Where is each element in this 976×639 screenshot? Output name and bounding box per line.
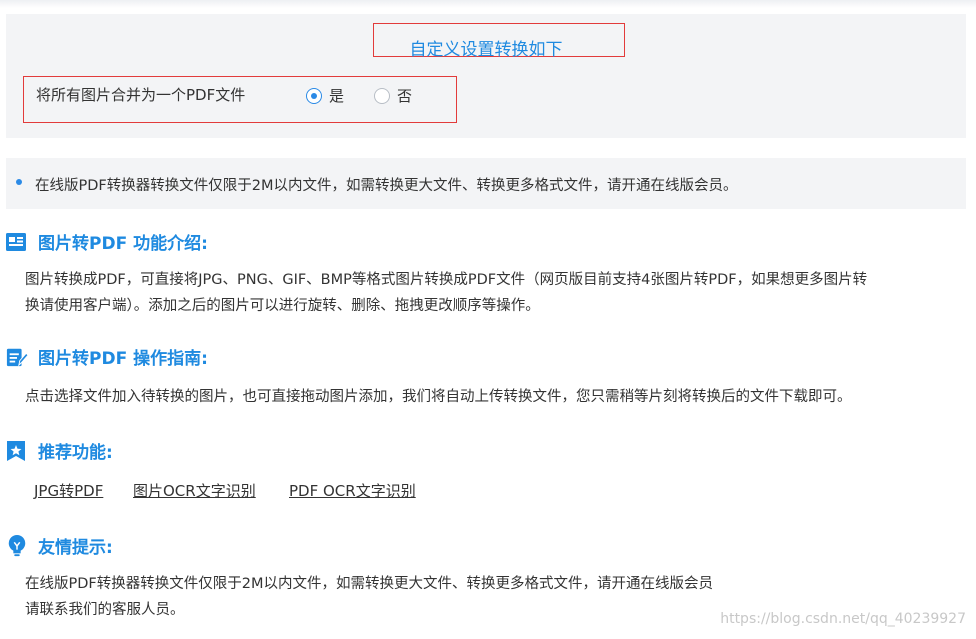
intro-text: 图片转换成PDF，可直接将JPG、PNG、GIF、BMP等格式图片转换成PDF文… bbox=[25, 267, 867, 319]
tips-title: 友情提示: bbox=[38, 538, 113, 558]
tips-text-line-2: 请联系我们的客服人员。 bbox=[25, 602, 185, 618]
guide-title: 图片转PDF 操作指南: bbox=[38, 349, 208, 369]
recommend-title: 推荐功能: bbox=[38, 443, 113, 463]
tips-section-header: 友情提示: bbox=[6, 533, 113, 558]
document-list-icon bbox=[6, 232, 26, 251]
guide-section-header: 图片转PDF 操作指南: bbox=[6, 344, 208, 369]
source-watermark: https://blog.csdn.net/qq_40239927 bbox=[720, 611, 966, 627]
radio-no[interactable]: 否 bbox=[374, 85, 412, 106]
intro-text-line-1: 图片转换成PDF，可直接将JPG、PNG、GIF、BMP等格式图片转换成PDF文… bbox=[25, 272, 868, 288]
radio-yes-label: 是 bbox=[329, 87, 345, 105]
star-bookmark-icon bbox=[7, 440, 25, 461]
settings-panel: 自定义设置转换如下 将所有图片合并为一个PDF文件 是 否 bbox=[6, 14, 966, 138]
radio-yes-indicator[interactable] bbox=[306, 87, 322, 104]
link-jpg-to-pdf[interactable]: JPG转PDF bbox=[34, 480, 103, 501]
intro-text-line-2: 换请使用客户端）。添加之后的图片可以进行旋转、删除、拖拽更改顺序等操作。 bbox=[25, 298, 540, 314]
tips-text: 在线版PDF转换器转换文件仅限于2M以内文件，如需转换更大文件、转换更多格式文件… bbox=[25, 571, 713, 623]
radio-no-label: 否 bbox=[397, 87, 413, 105]
intro-title: 图片转PDF 功能介绍: bbox=[38, 234, 208, 254]
radio-yes[interactable]: 是 bbox=[306, 85, 344, 106]
recommend-section-header: 推荐功能: bbox=[6, 438, 113, 463]
custom-settings-title: 自定义设置转换如下 bbox=[409, 40, 563, 60]
radio-no-indicator[interactable] bbox=[374, 87, 390, 104]
notice-text: 在线版PDF转换器转换文件仅限于2M以内文件，如需转换更大文件、转换更多格式文件… bbox=[35, 178, 738, 194]
tips-text-line-1: 在线版PDF转换器转换文件仅限于2M以内文件，如需转换更大文件、转换更多格式文件… bbox=[25, 576, 713, 592]
bullet-dot-icon bbox=[16, 179, 22, 185]
guide-text: 点击选择文件加入待转换的图片，也可直接拖动图片添加，我们将自动上传转换文件，您只… bbox=[25, 389, 852, 405]
notice-bar: 在线版PDF转换器转换文件仅限于2M以内文件，如需转换更大文件、转换更多格式文件… bbox=[6, 158, 966, 209]
top-shadow bbox=[0, 0, 976, 8]
link-image-ocr[interactable]: 图片OCR文字识别 bbox=[133, 480, 256, 501]
edit-notes-icon bbox=[6, 348, 28, 367]
lightbulb-icon bbox=[8, 534, 26, 556]
merge-pdf-label: 将所有图片合并为一个PDF文件 bbox=[36, 86, 246, 104]
intro-section-header: 图片转PDF 功能介绍: bbox=[6, 229, 208, 254]
link-pdf-ocr[interactable]: PDF OCR文字识别 bbox=[289, 480, 416, 501]
